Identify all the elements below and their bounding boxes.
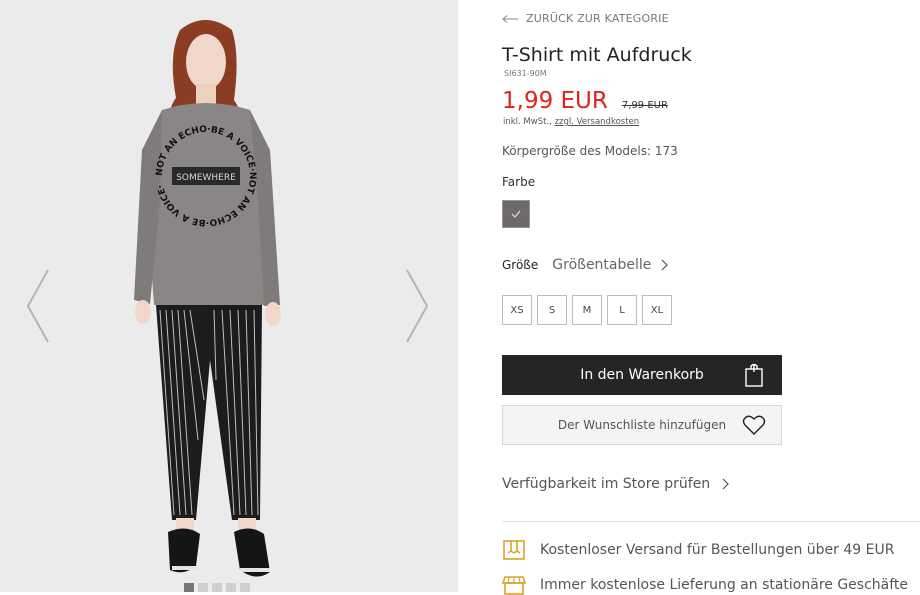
old-price: 7,99 EUR	[621, 100, 668, 111]
size-options: XS S M L XL	[502, 295, 672, 325]
arrow-left-icon	[502, 14, 518, 23]
size-option-s[interactable]: S	[537, 295, 567, 325]
product-title: T-Shirt mit Aufdruck	[502, 44, 692, 66]
gallery-dot[interactable]	[184, 583, 194, 592]
size-option-xl[interactable]: XL	[642, 295, 672, 325]
store-availability-label: Verfügbarkeit im Store prüfen	[502, 476, 711, 492]
store-availability-link[interactable]: Verfügbarkeit im Store prüfen	[502, 476, 730, 492]
gift-box-icon	[503, 540, 525, 560]
add-to-wishlist-button[interactable]: Der Wunschliste hinzufügen	[502, 405, 782, 445]
free-shipping-info: Kostenloser Versand für Bestellungen übe…	[502, 539, 894, 561]
model-height: Körpergröße des Models: 173	[502, 144, 678, 158]
next-image-button[interactable]	[403, 268, 431, 344]
size-label: Größe	[502, 258, 539, 272]
price-row: 1,99 EUR 7,99 EUR	[502, 88, 668, 114]
chevron-right-icon	[661, 259, 669, 271]
gallery-pagination	[184, 583, 250, 592]
tax-note-text: inkl. MwSt.,	[503, 117, 555, 127]
product-details: ZURÜCK ZUR KATEGORIE T-Shirt mit Aufdruc…	[458, 0, 920, 595]
chevron-right-icon	[406, 269, 429, 343]
add-to-wishlist-label: Der Wunschliste hinzufügen	[557, 418, 727, 432]
gallery-dot[interactable]	[226, 583, 236, 592]
add-to-cart-button[interactable]: In den Warenkorb	[502, 355, 782, 395]
shipping-costs-link[interactable]: zzgl. Versandkosten	[555, 117, 640, 127]
product-sku: SI631-90M	[504, 69, 547, 78]
store-delivery-text: Immer kostenlose Lieferung an stationäre…	[540, 577, 909, 593]
current-price: 1,99 EUR	[502, 88, 608, 114]
gallery-dot[interactable]	[212, 583, 222, 592]
back-to-category-link[interactable]: ZURÜCK ZUR KATEGORIE	[502, 12, 669, 25]
previous-image-button[interactable]	[24, 268, 52, 344]
store-icon	[502, 576, 526, 595]
size-chart-label: Größentabelle	[552, 257, 652, 273]
chevron-left-icon	[26, 269, 49, 343]
product-photo: NOT AN ECHO·BE A VOICE·NOT AN ECHO·BE A …	[134, 20, 281, 577]
product-image-gallery: NOT AN ECHO·BE A VOICE·NOT AN ECHO·BE A …	[0, 0, 458, 592]
size-option-xs[interactable]: XS	[502, 295, 532, 325]
gallery-dot[interactable]	[198, 583, 208, 592]
store-delivery-info: Immer kostenlose Lieferung an stationäre…	[502, 575, 908, 595]
color-label: Farbe	[502, 175, 536, 189]
free-shipping-text: Kostenloser Versand für Bestellungen übe…	[540, 542, 895, 558]
gallery-dot[interactable]	[240, 583, 250, 592]
checkmark-icon	[511, 210, 521, 218]
color-swatch-grey[interactable]	[502, 200, 530, 228]
size-option-l[interactable]: L	[607, 295, 637, 325]
add-to-cart-label: In den Warenkorb	[580, 367, 704, 383]
section-divider	[502, 521, 920, 522]
back-to-category-label: ZURÜCK ZUR KATEGORIE	[526, 12, 669, 25]
shirt-print-center-text: SOMEWHERE	[176, 173, 236, 183]
size-option-m[interactable]: M	[572, 295, 602, 325]
size-chart-link[interactable]: Größentabelle	[552, 257, 669, 273]
chevron-right-icon	[722, 478, 730, 490]
shopping-bag-icon	[745, 363, 763, 387]
heart-icon	[742, 415, 766, 435]
size-row: Größe Größentabelle	[502, 257, 669, 273]
tax-note: inkl. MwSt., zzgl. Versandkosten	[503, 117, 639, 127]
